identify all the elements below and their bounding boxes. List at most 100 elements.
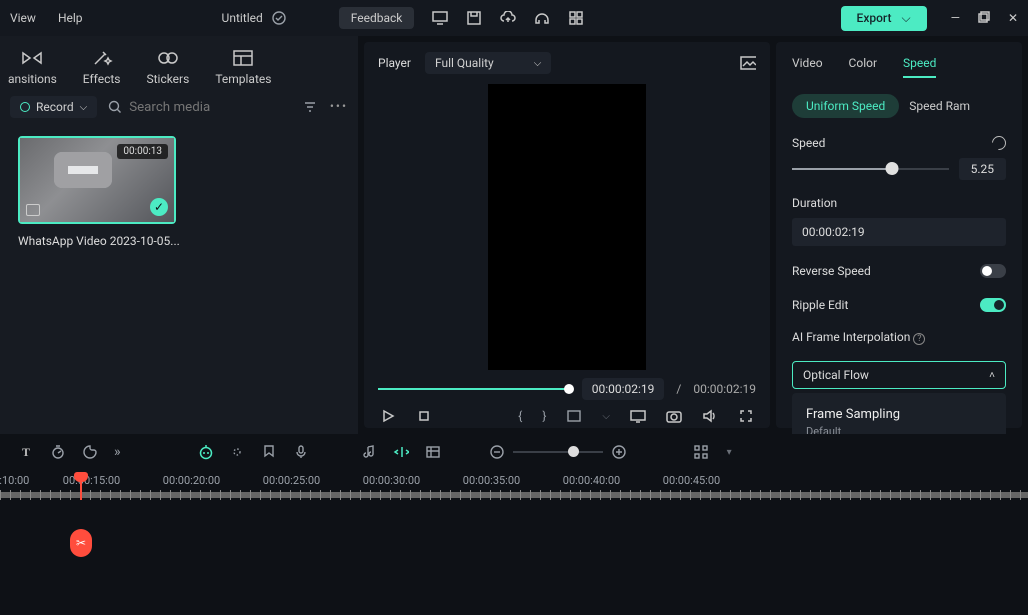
media-clip[interactable]: 00:00:13 ✓ xyxy=(18,136,176,224)
filter-icon[interactable] xyxy=(302,99,318,115)
speed-ramp-tab[interactable]: Speed Ram xyxy=(909,99,970,113)
titlebar-center: Untitled Feedback xyxy=(83,7,841,29)
text-tool-icon[interactable]: T xyxy=(18,444,34,460)
tab-transitions[interactable]: ansitions xyxy=(0,44,65,90)
tab-speed[interactable]: Speed xyxy=(903,50,936,78)
record-label: Record xyxy=(36,100,74,114)
tab-templates[interactable]: Templates xyxy=(207,44,279,90)
menu-bar: View Help xyxy=(10,11,83,25)
clip-thumbnail: 00:00:13 ✓ xyxy=(20,138,174,222)
search-input[interactable] xyxy=(129,100,249,115)
maximize-button[interactable] xyxy=(978,11,990,25)
stop-button[interactable] xyxy=(416,408,432,424)
total-time: 00:00:02:19 xyxy=(693,382,756,396)
uniform-speed-pill[interactable]: Uniform Speed xyxy=(792,94,899,118)
camera-icon[interactable] xyxy=(666,408,682,424)
ripple-row: Ripple Edit xyxy=(776,288,1022,322)
zoom-out-icon[interactable] xyxy=(489,444,505,460)
used-check-icon: ✓ xyxy=(150,198,168,216)
ruler-label: 00:00:30:00 xyxy=(363,474,420,487)
clip-name: WhatsApp Video 2023-10-05... xyxy=(18,234,340,248)
speed-value[interactable]: 5.25 xyxy=(959,158,1006,180)
help-icon[interactable]: ? xyxy=(913,333,925,345)
timer-icon[interactable] xyxy=(50,444,66,460)
mic-icon[interactable] xyxy=(293,444,309,460)
crop-tool-icon[interactable] xyxy=(425,444,441,460)
ai-label: AI Frame Interpolation ? xyxy=(792,330,925,345)
tab-stickers[interactable]: Stickers xyxy=(138,44,197,90)
timeline-menu-icon[interactable]: ▾ xyxy=(727,447,732,458)
music-note-icon[interactable] xyxy=(361,444,377,460)
mark-out-icon[interactable]: } xyxy=(542,409,546,423)
tab-effects[interactable]: Effects xyxy=(75,44,129,90)
play-button[interactable] xyxy=(380,408,396,424)
marker-icon[interactable] xyxy=(261,444,277,460)
filmstrip-icon xyxy=(26,204,40,216)
reverse-row: Reverse Speed xyxy=(776,254,1022,288)
speed-slider[interactable] xyxy=(792,165,949,173)
grid-view-icon[interactable] xyxy=(693,444,709,460)
stickers-icon xyxy=(154,48,182,68)
transport-bar: { } ⌵ xyxy=(378,400,756,424)
menu-view[interactable]: View xyxy=(10,11,36,25)
ripple-toggle[interactable] xyxy=(980,298,1006,312)
more-icon[interactable]: ••• xyxy=(330,99,348,115)
chevron-down-icon[interactable]: ⌵ xyxy=(602,411,610,422)
save-icon[interactable] xyxy=(466,10,482,26)
export-label: Export xyxy=(857,11,892,25)
transitions-icon xyxy=(18,48,46,68)
duration-input[interactable]: 00:00:02:19 xyxy=(792,218,1006,246)
palette-icon[interactable] xyxy=(82,444,98,460)
display-icon[interactable] xyxy=(630,408,646,424)
player-label: Player xyxy=(378,56,411,70)
timeline-ruler[interactable]: 0:10:00 00:00:15:00 00:00:20:00 00:00:25… xyxy=(0,474,1028,500)
mark-in-icon[interactable]: { xyxy=(518,409,522,423)
headphones-icon[interactable] xyxy=(534,10,550,26)
progress-row: 00:00:02:19 / 00:00:02:19 xyxy=(378,378,756,400)
tab-color[interactable]: Color xyxy=(849,50,877,78)
volume-icon[interactable] xyxy=(702,408,718,424)
reverse-toggle[interactable] xyxy=(980,264,1006,278)
crop-ratio-icon[interactable] xyxy=(566,408,582,424)
fullscreen-icon[interactable] xyxy=(738,408,754,424)
titlebar-right: Export ⌵ ― ✕ xyxy=(841,6,1018,31)
interpolation-dropdown[interactable]: Optical Flow ˄ xyxy=(792,361,1006,389)
monitor-icon[interactable] xyxy=(432,10,448,26)
record-button[interactable]: Record ⌵ xyxy=(10,96,97,118)
ruler-label: 00:00:35:00 xyxy=(463,474,520,487)
tab-video[interactable]: Video xyxy=(792,50,823,78)
window-controls: ― ✕ xyxy=(951,11,1018,25)
title-bar: View Help Untitled Feedback Export ⌵ ― ✕ xyxy=(0,0,1028,36)
feedback-button[interactable]: Feedback xyxy=(339,7,415,29)
menu-help[interactable]: Help xyxy=(58,11,83,25)
ai-section: AI Frame Interpolation ? xyxy=(776,322,1022,355)
more-tools-icon[interactable]: » xyxy=(114,444,121,460)
zoom-in-icon[interactable] xyxy=(611,444,627,460)
minimize-button[interactable]: ― xyxy=(951,11,960,25)
reset-icon[interactable] xyxy=(989,133,1009,153)
filter-icons: ••• xyxy=(302,99,348,115)
progress-bar[interactable] xyxy=(378,386,570,392)
player-header: Player Full Quality ⌵ xyxy=(364,42,770,84)
zoom-controls xyxy=(489,444,627,460)
main-area: ansitions Effects Stickers Templates Rec… xyxy=(0,36,1028,434)
document-name: Untitled xyxy=(222,11,263,25)
qr-icon[interactable] xyxy=(568,10,584,26)
ruler-label: 00:00:40:00 xyxy=(563,474,620,487)
quality-value: Full Quality xyxy=(435,56,494,70)
export-button[interactable]: Export ⌵ xyxy=(841,6,927,31)
quality-dropdown[interactable]: Full Quality ⌵ xyxy=(425,52,551,74)
zoom-slider[interactable] xyxy=(513,449,603,455)
duration-label: Duration xyxy=(792,196,837,210)
cloud-upload-icon[interactable] xyxy=(500,10,516,26)
scissor-icon[interactable]: ✂ xyxy=(70,529,92,557)
ai-robot-icon[interactable] xyxy=(197,444,213,460)
playhead[interactable]: ✂ xyxy=(80,474,82,500)
templates-icon xyxy=(229,48,257,68)
auto-cut-icon[interactable] xyxy=(393,444,409,460)
close-button[interactable]: ✕ xyxy=(1008,11,1018,25)
snapshot-icon[interactable] xyxy=(740,55,756,71)
ruler-label: 00:00:45:00 xyxy=(663,474,720,487)
sparkle-icon[interactable] xyxy=(229,444,245,460)
tab-label: Effects xyxy=(83,72,121,86)
